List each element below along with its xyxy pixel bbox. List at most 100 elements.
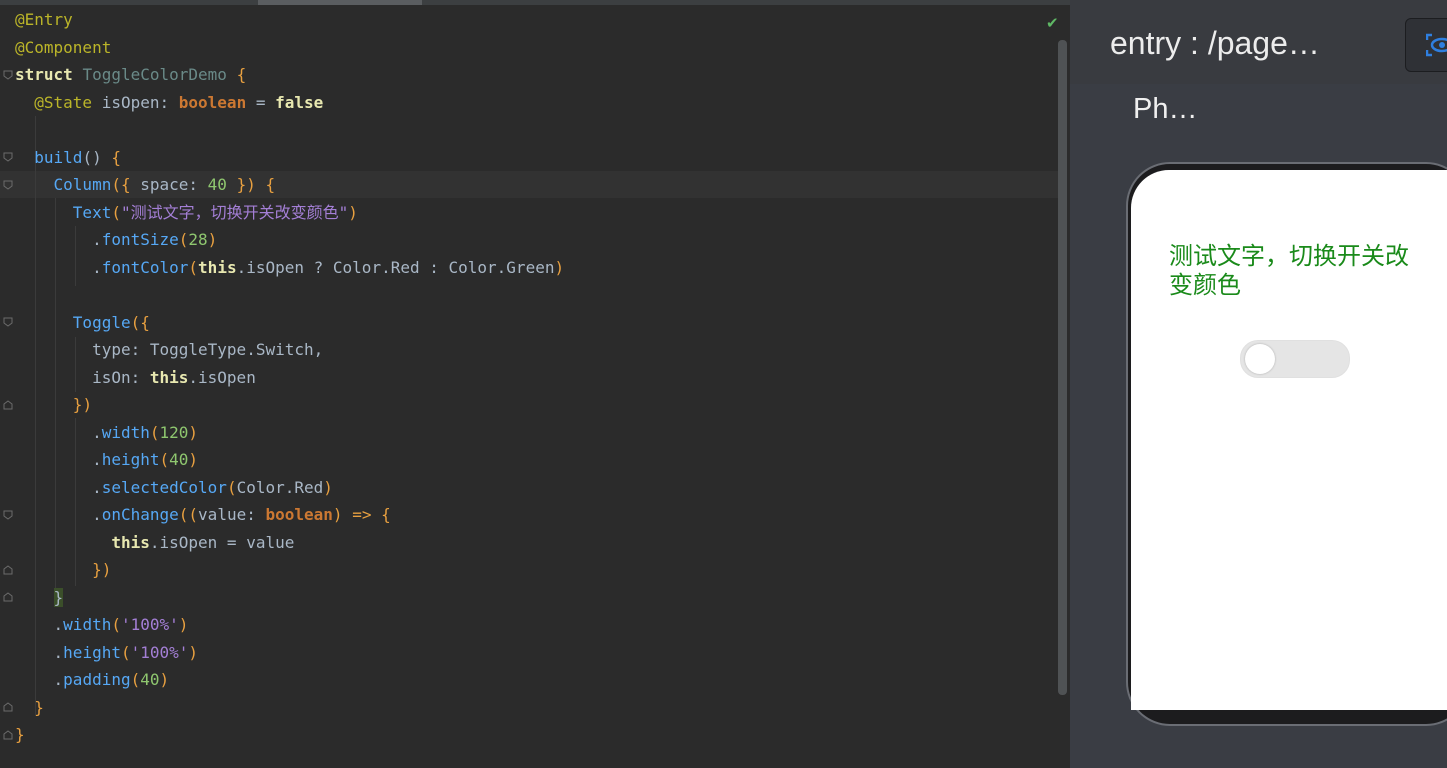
fold-marker-icon[interactable] bbox=[3, 592, 13, 602]
code-token: ) bbox=[188, 422, 199, 442]
code-line[interactable]: .fontColor(this.isOpen ? Color.Red : Col… bbox=[15, 254, 564, 282]
code-token: { bbox=[120, 175, 131, 194]
demo-text: 测试文字，切换开关改变颜色 bbox=[1169, 242, 1409, 299]
fold-marker-icon[interactable] bbox=[3, 510, 13, 520]
toggle-knob[interactable] bbox=[1245, 344, 1275, 374]
code-token: ( bbox=[159, 450, 170, 469]
code-token: } bbox=[92, 560, 102, 579]
fold-marker-icon[interactable] bbox=[3, 152, 13, 162]
code-line[interactable]: .selectedColor(Color.Red) bbox=[15, 474, 564, 502]
code-token: .isOpen bbox=[188, 367, 256, 387]
code-token: => bbox=[352, 505, 372, 524]
code-token: Toggle bbox=[72, 312, 131, 332]
code-line[interactable]: @Entry bbox=[15, 6, 564, 34]
code-token: } bbox=[34, 697, 44, 717]
device-name[interactable]: Ph… bbox=[1133, 93, 1197, 126]
code-token: Color.Red bbox=[236, 477, 324, 497]
code-token: ) bbox=[188, 450, 199, 469]
inspect-button[interactable] bbox=[1405, 18, 1447, 72]
code-editor[interactable]: @Entry @Component struct ToggleColorDemo {… bbox=[0, 0, 1070, 768]
code-line[interactable]: }) bbox=[15, 556, 564, 584]
code-line[interactable]: Toggle({ bbox=[15, 309, 564, 337]
code-line[interactable]: Column({ space: 40 }) { bbox=[15, 171, 564, 199]
code-token: isOn: bbox=[15, 367, 150, 387]
code-token: ) bbox=[188, 642, 199, 662]
code-token: } bbox=[72, 395, 83, 414]
code-token: Column bbox=[53, 175, 112, 194]
code-line[interactable]: @State isOpen: boolean = false bbox=[15, 89, 564, 117]
fold-marker-icon[interactable] bbox=[3, 730, 13, 740]
fold-marker-icon[interactable] bbox=[3, 400, 13, 410]
code-line[interactable]: .height('100%') bbox=[15, 639, 564, 667]
code-line[interactable]: type: ToggleType.Switch, bbox=[15, 336, 564, 364]
code-line[interactable]: Text("测试文字，切换开关改变颜色") bbox=[15, 199, 564, 227]
fold-marker-icon[interactable] bbox=[3, 317, 13, 327]
code-line[interactable]: build() { bbox=[15, 144, 564, 172]
code-line[interactable]: isOn: this.isOpen bbox=[15, 364, 564, 392]
code-line[interactable]: } bbox=[15, 721, 564, 749]
code-token: 120 bbox=[159, 422, 189, 442]
phone-screen: 测试文字，切换开关改变颜色 bbox=[1131, 170, 1447, 710]
code-line[interactable]: } bbox=[15, 584, 564, 612]
code-line[interactable]: struct ToggleColorDemo { bbox=[15, 61, 564, 89]
code-token: ) bbox=[101, 560, 112, 579]
code-line[interactable]: }) bbox=[15, 391, 564, 419]
demo-toggle-switch[interactable] bbox=[1240, 340, 1350, 378]
code-token: 28 bbox=[188, 230, 208, 249]
editor-top-scrollbar[interactable] bbox=[0, 0, 1070, 5]
code-line[interactable]: @Component bbox=[15, 34, 564, 62]
code-line[interactable]: .width('100%') bbox=[15, 611, 564, 639]
code-token: () bbox=[82, 147, 112, 167]
code-line[interactable]: .width(120) bbox=[15, 419, 564, 447]
previewer-panel: entry : /page… Ph… 测试文字，切换开关改变颜色 bbox=[1070, 0, 1447, 768]
fold-marker-icon[interactable] bbox=[3, 702, 13, 712]
code-token: ( bbox=[120, 642, 131, 662]
code-line[interactable] bbox=[15, 116, 564, 144]
code-token: 40 bbox=[140, 670, 160, 689]
code-token: . bbox=[15, 450, 102, 469]
code-token: { bbox=[381, 505, 391, 524]
code-token: . bbox=[15, 505, 102, 524]
eye-inspect-icon bbox=[1425, 33, 1447, 62]
code-line[interactable]: .padding(40) bbox=[15, 666, 564, 694]
fold-marker-icon[interactable] bbox=[3, 70, 13, 80]
code-line[interactable]: } bbox=[15, 694, 564, 722]
fold-marker-icon[interactable] bbox=[3, 565, 13, 575]
code-line[interactable] bbox=[15, 281, 564, 309]
editor-vertical-scrollbar[interactable] bbox=[1058, 40, 1067, 695]
code-token: ( bbox=[188, 257, 199, 277]
code-lines[interactable]: @Entry @Component struct ToggleColorDemo {… bbox=[15, 6, 564, 749]
code-token: . bbox=[15, 477, 102, 497]
code-token: ( bbox=[130, 670, 141, 689]
code-token: { bbox=[111, 147, 121, 167]
fold-marker-icon[interactable] bbox=[3, 180, 13, 190]
code-token: fontSize bbox=[101, 230, 179, 249]
code-line[interactable]: .fontSize(28) bbox=[15, 226, 564, 254]
code-token: value: bbox=[198, 505, 266, 524]
editor-top-scrollbar-thumb[interactable] bbox=[258, 0, 422, 5]
code-line[interactable]: .onChange((value: boolean) => { bbox=[15, 501, 564, 529]
code-token: . bbox=[15, 422, 102, 442]
code-token: isOpen: bbox=[92, 92, 179, 112]
code-token: type: ToggleType.Switch, bbox=[15, 340, 324, 359]
code-token: ( bbox=[188, 505, 199, 524]
code-token: onChange bbox=[101, 505, 179, 524]
code-token: ) bbox=[82, 395, 93, 414]
code-token: width bbox=[63, 615, 112, 634]
code-token: '100%' bbox=[130, 642, 189, 662]
code-line[interactable]: this.isOpen = value bbox=[15, 529, 564, 557]
code-token: .isOpen ? Color.Red : Color.Green bbox=[236, 257, 555, 277]
code-line[interactable]: .height(40) bbox=[15, 446, 564, 474]
code-token: boolean bbox=[265, 505, 333, 524]
code-token: 40 bbox=[169, 450, 189, 469]
